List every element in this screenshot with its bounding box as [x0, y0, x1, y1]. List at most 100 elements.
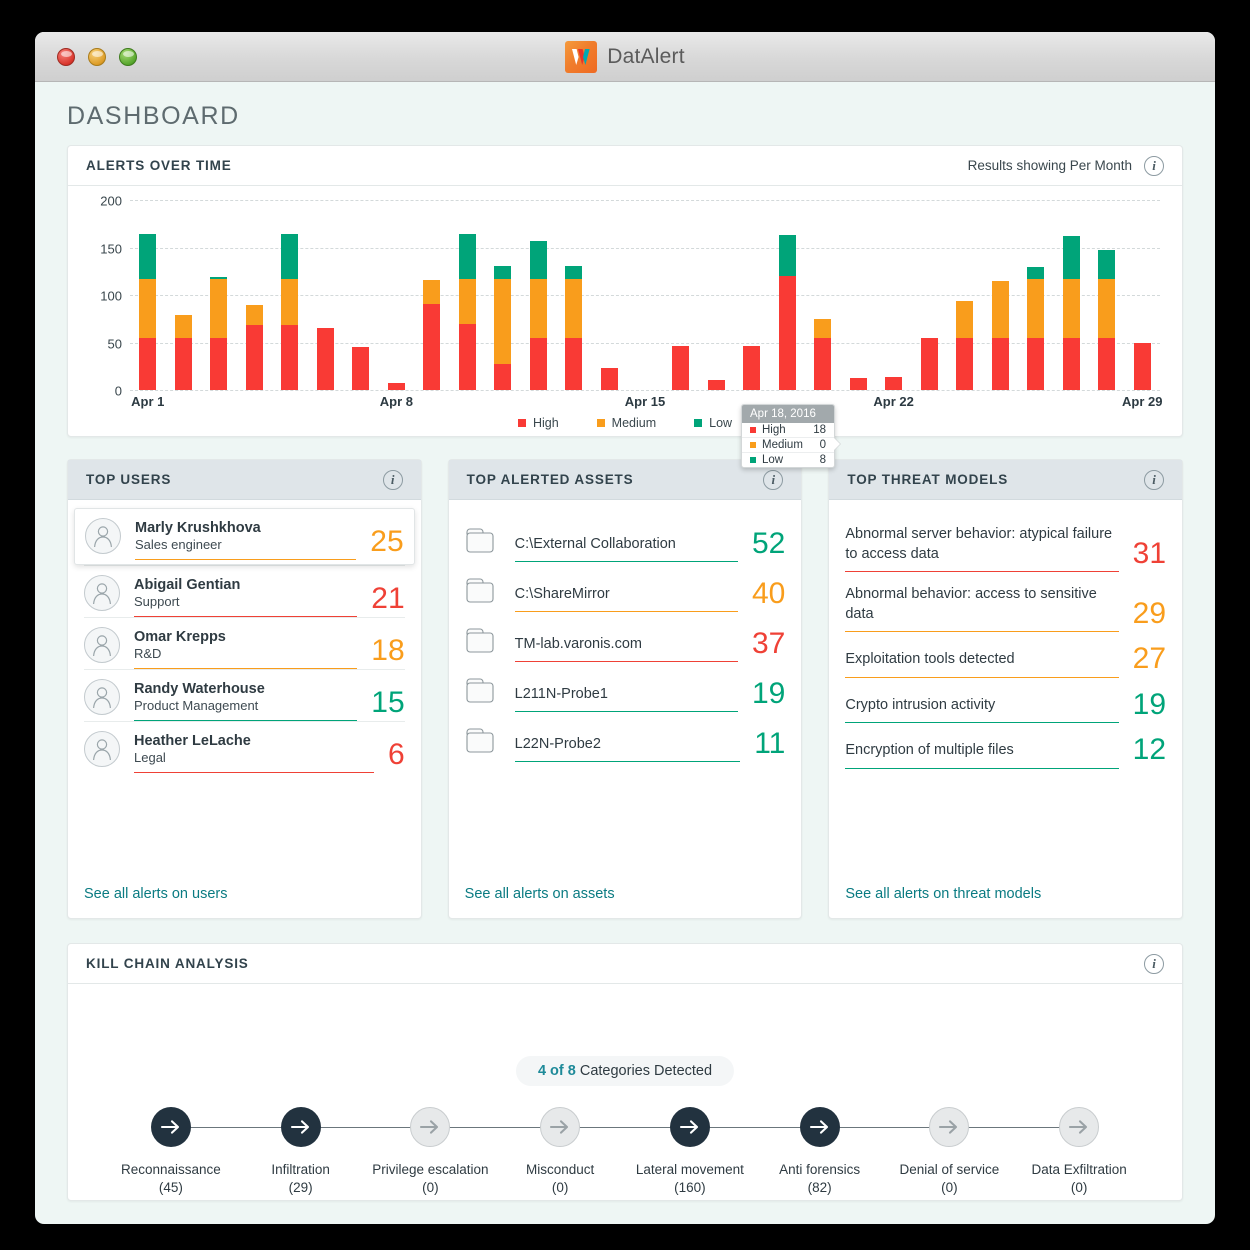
- chart-bar[interactable]: [529, 240, 547, 390]
- minimize-button[interactable]: [88, 47, 106, 66]
- chart-bar-slot[interactable]: [592, 200, 628, 390]
- info-icon[interactable]: i: [382, 469, 403, 490]
- top-threat-models-row[interactable]: Crypto intrusion activity 19: [845, 678, 1166, 724]
- chart-bar-slot[interactable]: [485, 200, 521, 390]
- chart-legend-item[interactable]: Medium: [596, 416, 656, 430]
- kill-chain-stage[interactable]: Data Exfiltration (0): [1014, 1102, 1144, 1195]
- chart-bar-slot[interactable]: [130, 200, 166, 390]
- chart-bar-slot[interactable]: [734, 200, 770, 390]
- chart-bar-slot[interactable]: [1124, 200, 1160, 390]
- chart-bar[interactable]: [1027, 266, 1045, 390]
- top-assets-row[interactable]: L22N-Probe2 11: [465, 712, 785, 762]
- chart-bar[interactable]: [1133, 342, 1151, 390]
- top-users-row[interactable]: Randy Waterhouse Product Management 15: [84, 669, 405, 721]
- chart-bar[interactable]: [352, 347, 370, 390]
- chart-bar-slot[interactable]: [237, 200, 273, 390]
- top-threat-models-row[interactable]: Exploitation tools detected 27: [845, 632, 1166, 678]
- chart-bar[interactable]: [139, 234, 157, 390]
- chart-bar[interactable]: [707, 379, 725, 390]
- chart-bar-slot[interactable]: [1018, 200, 1054, 390]
- kill-chain-arrow-icon[interactable]: [150, 1107, 191, 1147]
- chart-bar[interactable]: [245, 305, 263, 390]
- chart-bar[interactable]: [920, 337, 938, 390]
- chart-legend-item[interactable]: High: [517, 416, 559, 430]
- chart-bar[interactable]: [956, 300, 974, 390]
- top-assets-row[interactable]: L211N-Probe1 19: [465, 662, 785, 712]
- kill-chain-arrow-icon[interactable]: [410, 1107, 451, 1147]
- top-assets-row[interactable]: C:\ShareMirror 40: [465, 562, 785, 612]
- kill-chain-arrow-icon[interactable]: [1059, 1107, 1100, 1147]
- chart-bar[interactable]: [458, 234, 476, 390]
- close-button[interactable]: [57, 47, 75, 66]
- chart-bar[interactable]: [174, 314, 192, 390]
- info-icon[interactable]: i: [1144, 469, 1165, 490]
- chart-bar-slot[interactable]: [911, 200, 947, 390]
- kill-chain-stage[interactable]: Infiltration (29): [236, 1102, 431, 1195]
- chart-bar-slot[interactable]: [805, 200, 841, 390]
- chart-bar-slot[interactable]: [201, 200, 237, 390]
- kill-chain-stage[interactable]: Misconduct (0): [495, 1102, 690, 1195]
- chart-bar[interactable]: [814, 318, 832, 390]
- chart-bar-slot[interactable]: [627, 200, 663, 390]
- see-all-alerts-on-assets-link[interactable]: See all alerts on assets: [465, 870, 786, 918]
- chart-legend-item[interactable]: Low: [694, 416, 732, 430]
- chart-bar[interactable]: [565, 265, 583, 390]
- kill-chain-arrow-icon[interactable]: [669, 1107, 710, 1147]
- chart-bar[interactable]: [778, 235, 796, 390]
- chart-bar-slot[interactable]: [876, 200, 912, 390]
- chart-bar[interactable]: [210, 276, 228, 390]
- top-threat-models-row[interactable]: Abnormal server behavior: atypical failu…: [845, 512, 1166, 573]
- info-icon[interactable]: i: [763, 469, 784, 490]
- kill-chain-arrow-icon[interactable]: [799, 1107, 840, 1147]
- top-threat-models-row[interactable]: Abnormal behavior: access to sensitive d…: [845, 572, 1166, 633]
- kill-chain-stage[interactable]: Privilege escalation (0): [366, 1102, 561, 1195]
- chart-bar-slot[interactable]: [166, 200, 202, 390]
- chart-bar-slot[interactable]: [840, 200, 876, 390]
- chart-bar-slot[interactable]: [308, 200, 344, 390]
- kill-chain-stage[interactable]: Reconnaissance (45): [106, 1102, 301, 1195]
- zoom-button[interactable]: [119, 47, 137, 66]
- see-all-alerts-on-threat-models-link[interactable]: See all alerts on threat models: [845, 870, 1166, 918]
- chart-bar[interactable]: [849, 377, 867, 390]
- top-users-row[interactable]: Omar Krepps R&D 18: [84, 617, 405, 669]
- chart-bar-slot[interactable]: [343, 200, 379, 390]
- top-users-row[interactable]: Marly Krushkhova Sales engineer 25: [74, 508, 415, 565]
- chart-bar[interactable]: [281, 234, 299, 390]
- kill-chain-stage[interactable]: Lateral movement (160): [625, 1102, 820, 1195]
- chart-bar[interactable]: [1098, 250, 1116, 390]
- chart-bar-slot[interactable]: [272, 200, 308, 390]
- chart-bar[interactable]: [991, 280, 1009, 390]
- chart-bar-slot[interactable]: [414, 200, 450, 390]
- top-assets-row[interactable]: TM-lab.varonis.com 37: [465, 612, 785, 662]
- chart-bar[interactable]: [494, 265, 512, 390]
- top-users-row[interactable]: Abigail Gentian Support 21: [84, 565, 405, 617]
- chart-bar-slot[interactable]: [379, 200, 415, 390]
- chart-bar[interactable]: [1062, 236, 1080, 390]
- top-assets-row[interactable]: C:\External Collaboration 52: [465, 512, 785, 562]
- chart-bar-slot[interactable]: [1053, 200, 1089, 390]
- chart-bar-slot[interactable]: [769, 200, 805, 390]
- top-threat-models-row[interactable]: Encryption of multiple files 12: [845, 723, 1166, 769]
- info-icon[interactable]: i: [1144, 155, 1164, 176]
- chart-bar-slot[interactable]: [450, 200, 486, 390]
- chart-bar-slot[interactable]: [556, 200, 592, 390]
- chart-bar[interactable]: [423, 279, 441, 390]
- kill-chain-arrow-icon[interactable]: [280, 1107, 321, 1147]
- chart-bar-slot[interactable]: [521, 200, 557, 390]
- info-icon[interactable]: i: [1144, 953, 1164, 974]
- chart-bar[interactable]: [671, 346, 689, 390]
- chart-bar[interactable]: [885, 376, 903, 390]
- chart-bar[interactable]: [600, 368, 618, 390]
- kill-chain-arrow-icon[interactable]: [929, 1107, 970, 1147]
- kill-chain-arrow-icon[interactable]: [540, 1107, 581, 1147]
- chart-bar[interactable]: [743, 346, 761, 390]
- chart-bar[interactable]: [387, 383, 405, 390]
- chart-bar[interactable]: [316, 328, 334, 390]
- chart-bar-slot[interactable]: [982, 200, 1018, 390]
- kill-chain-stage[interactable]: Denial of service (0): [885, 1102, 1080, 1195]
- chart-bar-slot[interactable]: [947, 200, 983, 390]
- see-all-alerts-on-users-link[interactable]: See all alerts on users: [84, 870, 405, 918]
- kill-chain-stage[interactable]: Anti forensics (82): [755, 1102, 950, 1195]
- chart-bar-slot[interactable]: [1089, 200, 1125, 390]
- top-users-row[interactable]: Heather LeLache Legal 6: [84, 721, 405, 773]
